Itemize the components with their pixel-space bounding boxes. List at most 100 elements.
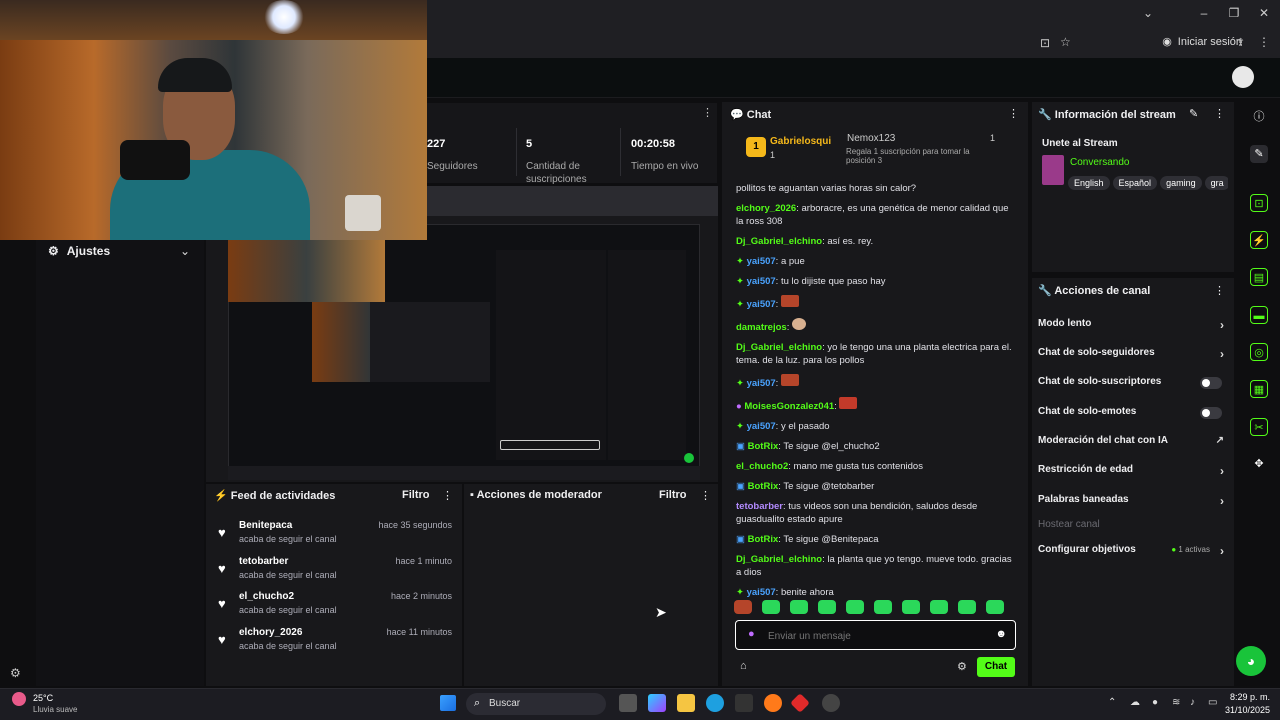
badge-icon: ✦ <box>736 378 747 389</box>
followers-only-row[interactable]: Chat de solo-seguidores › <box>1038 347 1228 367</box>
chat-icon[interactable]: ▬ <box>1250 306 1268 324</box>
clock-time[interactable]: 8:29 p. m. <box>1228 692 1270 702</box>
obs-icon[interactable] <box>822 694 840 712</box>
moderator-actions-title: ▪ Acciones de moderador <box>470 489 602 501</box>
chat-input-box[interactable]: ● ☻ <box>735 620 1016 650</box>
tag[interactable]: English <box>1068 176 1110 190</box>
moderator-menu-icon[interactable]: ⋮ <box>700 489 711 502</box>
top-gifter-name[interactable]: Gabrielosqui <box>770 136 831 147</box>
banned-words-row[interactable]: Palabras baneadas › <box>1038 494 1228 514</box>
feed-menu-icon[interactable]: ⋮ <box>442 489 453 502</box>
goals-row[interactable]: Configurar objetivos ● 1 activas › <box>1038 544 1228 564</box>
wrench-tool-icon[interactable]: ✂ <box>1250 418 1268 436</box>
subscribers-only-row[interactable]: Chat de solo-suscriptores <box>1038 376 1228 396</box>
emote-button[interactable] <box>874 600 892 614</box>
bookmark-star-icon[interactable]: ☆ <box>1060 35 1071 49</box>
emote-button[interactable] <box>762 600 780 614</box>
file-explorer-icon[interactable] <box>677 694 695 712</box>
subscribers-only-toggle[interactable] <box>1200 377 1222 389</box>
settings-gear-icon[interactable]: ⚙ <box>10 666 21 680</box>
emote-button[interactable] <box>902 600 920 614</box>
mic-tray-icon[interactable]: ● <box>1152 697 1158 708</box>
chat-bubble-icon: 💬 <box>730 109 744 121</box>
emote-button[interactable] <box>958 600 976 614</box>
emotes-only-toggle[interactable] <box>1200 407 1222 419</box>
emotes-only-row[interactable]: Chat de solo-emotes <box>1038 406 1228 426</box>
signin-button[interactable]: ◉ Iniciar sesión <box>1162 35 1242 49</box>
emote-button[interactable] <box>734 600 752 614</box>
clock-date[interactable]: 31/10/2025 <box>1224 705 1270 715</box>
tray-chevron-icon[interactable]: ⌃ <box>1108 697 1116 708</box>
emote-button[interactable] <box>986 600 1004 614</box>
moderator-filter-button[interactable]: Filtro <box>659 489 687 501</box>
microphone-icon[interactable]: ● <box>748 628 755 640</box>
send-chat-button[interactable]: Chat <box>977 657 1015 677</box>
screenshot-icon[interactable]: ⊡ <box>1040 36 1050 50</box>
chevron-right-icon: › <box>1220 544 1224 558</box>
minimize-icon[interactable]: – <box>1196 6 1212 22</box>
document-icon[interactable]: ▤ <box>1250 268 1268 286</box>
second-gifter-name[interactable]: Nemox123 <box>847 133 895 144</box>
firefox-icon[interactable] <box>764 694 782 712</box>
bolt-icon: ⚡ <box>214 490 228 502</box>
broadcast-icon[interactable]: ◎ <box>1250 343 1268 361</box>
category-link[interactable]: Conversando <box>1070 157 1129 168</box>
info-menu-icon[interactable]: ⋮ <box>1214 107 1225 120</box>
chat-settings-icon[interactable]: ⚙ <box>957 660 967 673</box>
edge-icon[interactable] <box>706 694 724 712</box>
volume-icon[interactable]: ♪ <box>1190 697 1195 708</box>
tag[interactable]: Español <box>1112 176 1158 190</box>
wifi-icon[interactable]: ≋ <box>1172 697 1180 708</box>
support-button[interactable]: ◕ <box>1236 646 1266 676</box>
slow-mode-row[interactable]: Modo lento › <box>1038 318 1228 338</box>
feed-item-sub: acaba de seguir el canal <box>239 534 337 544</box>
chat-menu-icon[interactable]: ⋮ <box>1008 107 1019 120</box>
frame-icon[interactable]: ⊡ <box>1250 194 1268 212</box>
gifter-rank-badge: 1 <box>746 137 766 157</box>
webcam-light <box>262 0 306 34</box>
chat-message-input[interactable] <box>768 628 988 644</box>
emote-button[interactable] <box>930 600 948 614</box>
browser-menu-icon[interactable]: ⋮ <box>1258 35 1270 49</box>
cloud-icon[interactable]: ☁ <box>1130 697 1140 708</box>
feed-filter-button[interactable]: Filtro <box>402 489 430 501</box>
info-icon[interactable]: ⓘ <box>1250 108 1268 126</box>
emote-button[interactable] <box>818 600 836 614</box>
chevron-down-icon[interactable]: ⌄ <box>180 244 190 258</box>
emoji-icon[interactable]: ☻ <box>995 628 1007 640</box>
avatar[interactable] <box>1232 66 1254 88</box>
tag[interactable]: gaming <box>1160 176 1202 190</box>
edit-icon[interactable]: ✎ <box>1189 107 1198 120</box>
task-view-icon[interactable] <box>619 694 637 712</box>
emote-button[interactable] <box>790 600 808 614</box>
maximize-icon[interactable]: ❐ <box>1226 6 1242 22</box>
bot-badge-icon: ▣ <box>736 481 748 492</box>
pencil-icon[interactable]: ✎ <box>1250 145 1268 163</box>
taskbar-search[interactable]: ⌕ Buscar <box>466 693 606 715</box>
chat-message: ▣ BotRix: Te sigue @tetobarber <box>736 481 875 492</box>
store-app-icon[interactable] <box>735 694 753 712</box>
webcam-person-cap <box>158 58 232 92</box>
apps-icon[interactable]: ✥ <box>1250 455 1268 473</box>
layout-icon[interactable]: ▦ <box>1250 380 1268 398</box>
extensions-icon[interactable]: ⇪ <box>1236 36 1245 49</box>
webcam-roof <box>0 0 427 40</box>
tag[interactable]: gra <box>1204 176 1228 190</box>
age-restriction-row[interactable]: Restricción de edad › <box>1038 464 1228 484</box>
settings-header[interactable]: ⚙ Ajustes <box>48 244 110 258</box>
emote-button[interactable] <box>846 600 864 614</box>
bolt-icon[interactable]: ⚡ <box>1250 231 1268 249</box>
windows-start-icon[interactable] <box>440 695 456 711</box>
emote-quick-bar <box>734 600 1016 616</box>
list-item: ♥ el_chucho2 acaba de seguir el canal ha… <box>218 591 454 623</box>
battery-icon[interactable]: ▭ <box>1208 697 1217 708</box>
ai-moderation-row[interactable]: Moderación del chat con IA ↗ <box>1038 435 1228 455</box>
channel-actions-menu-icon[interactable]: ⋮ <box>1214 284 1225 297</box>
close-icon[interactable]: ✕ <box>1256 6 1272 22</box>
category-thumbnail[interactable] <box>1042 155 1064 185</box>
tabs-dropdown-icon[interactable]: ⌄ <box>1140 6 1156 22</box>
copilot-icon[interactable] <box>648 694 666 712</box>
stats-menu-icon[interactable]: ⋮ <box>702 106 713 119</box>
feed-item-time: hace 35 segundos <box>378 520 452 530</box>
store-icon[interactable]: ⌂ <box>740 660 747 672</box>
